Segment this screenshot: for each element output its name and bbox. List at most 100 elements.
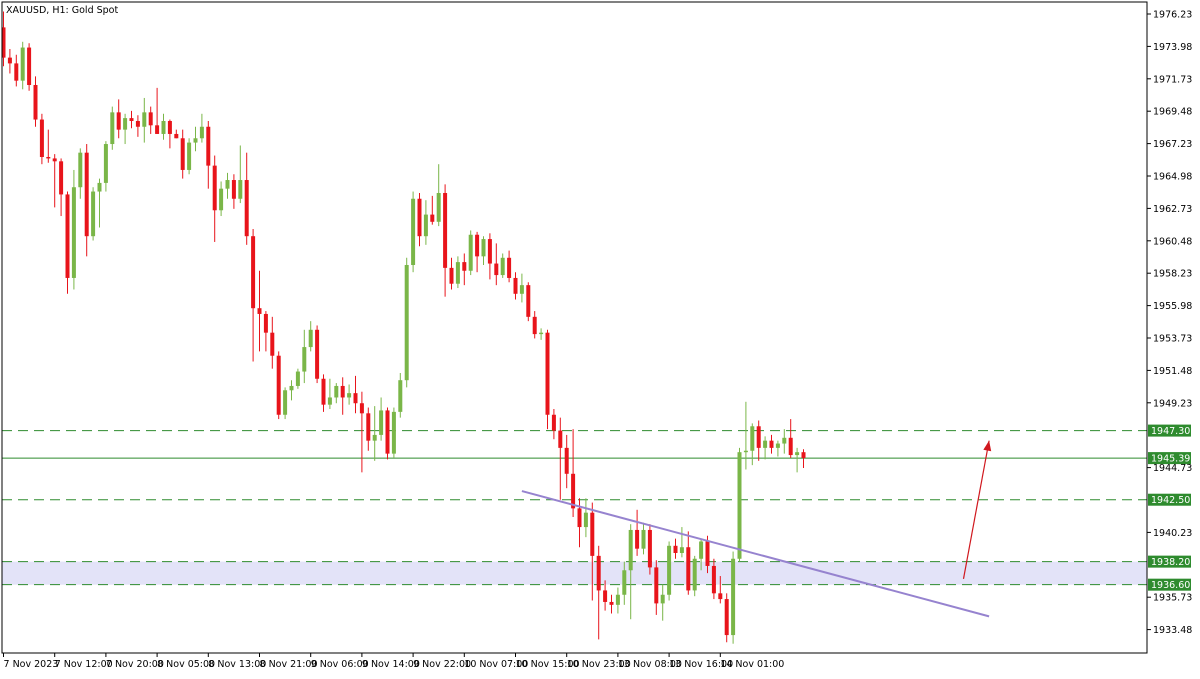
candle-body (20, 47, 25, 81)
x-tick-label: 14 Nov 01:00 (720, 659, 784, 670)
price-tag: 1945.39 (1148, 452, 1191, 465)
candle-body (33, 84, 38, 120)
candle-body (366, 413, 371, 441)
candle-body (78, 152, 83, 188)
candle-body (750, 426, 755, 451)
price-tag-label: 1936.60 (1151, 580, 1190, 591)
candle-body (769, 440, 774, 448)
candle-body (609, 601, 614, 605)
symbol-label: XAUUSD (6, 5, 46, 16)
candle-body (551, 414, 556, 431)
candle-body (731, 558, 736, 636)
candle-body (385, 410, 390, 454)
candle-body (462, 262, 467, 271)
x-tick-label: 8 Nov 05:00 (157, 659, 215, 670)
y-tick-label: 1951.48 (1153, 366, 1192, 377)
candle-body (775, 443, 780, 448)
candle (385, 407, 390, 460)
candle-body (558, 430, 563, 448)
y-tick-label: 1935.73 (1153, 593, 1192, 604)
candle-body (161, 120, 166, 134)
candle-body (39, 119, 44, 157)
y-tick-label: 1973.98 (1153, 42, 1192, 53)
candle-body (417, 198, 422, 237)
candle-body (315, 329, 320, 379)
candle-body (353, 393, 358, 404)
candle-body (212, 165, 217, 211)
candle (315, 325, 320, 384)
candle-body (737, 452, 742, 559)
candle-body (571, 473, 576, 509)
candle (404, 257, 409, 388)
candle-body (187, 142, 192, 170)
y-tick-label: 1933.48 (1153, 625, 1192, 636)
candle-body (795, 452, 800, 456)
candle-body (347, 393, 352, 398)
candle-body (404, 264, 409, 381)
candle-body (532, 316, 537, 335)
candle-body (635, 529, 640, 549)
x-tick-label: 8 Nov 13:00 (208, 659, 266, 670)
candle-body (564, 447, 569, 474)
candle-body (327, 397, 332, 405)
candle-body (103, 144, 108, 183)
candle-body (359, 403, 364, 414)
candle-body (641, 529, 646, 549)
candle-body (52, 158, 57, 162)
candle-body (596, 555, 601, 591)
candle-body (302, 347, 307, 372)
price-tag: 1938.20 (1148, 555, 1191, 568)
candle-body (449, 267, 454, 284)
x-tick-label: 9 Nov 22:00 (413, 659, 471, 670)
candle-body (289, 385, 294, 391)
candle (391, 407, 396, 458)
candle-body (71, 187, 76, 278)
candle-body (577, 508, 582, 528)
candle-body (148, 112, 153, 126)
candle-body (219, 188, 224, 211)
candle-body (788, 437, 793, 456)
candle-body (705, 541, 710, 566)
y-tick-label: 1969.48 (1153, 107, 1192, 118)
candle-body (647, 529, 652, 568)
candle-body (673, 545, 678, 553)
candle-body (142, 112, 147, 127)
candle-body (430, 214, 435, 222)
candle-body (65, 194, 70, 278)
candle-body (129, 118, 134, 121)
x-tick-label: 9 Nov 14:00 (362, 659, 420, 670)
candle-body (763, 440, 768, 448)
candle (667, 541, 672, 601)
candle (692, 555, 697, 597)
candle-body (231, 180, 236, 199)
y-tick-label: 1944.73 (1153, 463, 1192, 474)
candle-body (494, 263, 499, 276)
candle-body (193, 138, 198, 143)
price-tag-label: 1945.39 (1151, 454, 1190, 465)
candle-body (110, 112, 115, 145)
candle-body (583, 512, 588, 528)
candle-body (481, 239, 486, 257)
candle-body (244, 180, 249, 237)
candle-body (174, 133, 179, 139)
candle-body (270, 332, 275, 356)
candle-body (468, 234, 473, 271)
candle-body (257, 308, 262, 314)
candle-body (487, 239, 492, 264)
candle-body (199, 126, 204, 139)
candle-body (155, 125, 160, 134)
candle (545, 329, 550, 430)
candle-body (206, 126, 211, 166)
candle-body (660, 594, 665, 604)
price-tag-label: 1942.50 (1151, 495, 1190, 506)
candle (276, 351, 281, 420)
candle-body (711, 565, 716, 594)
candle-body (801, 452, 806, 458)
x-tick-label: 9 Nov 06:00 (311, 659, 369, 670)
candle-body (84, 152, 89, 237)
candle-body (14, 63, 19, 81)
candle-body (686, 547, 691, 591)
timeframe-label: H1 (52, 5, 65, 16)
x-tick-label: 7 Nov 20:00 (106, 659, 164, 670)
candle-body (782, 437, 787, 444)
